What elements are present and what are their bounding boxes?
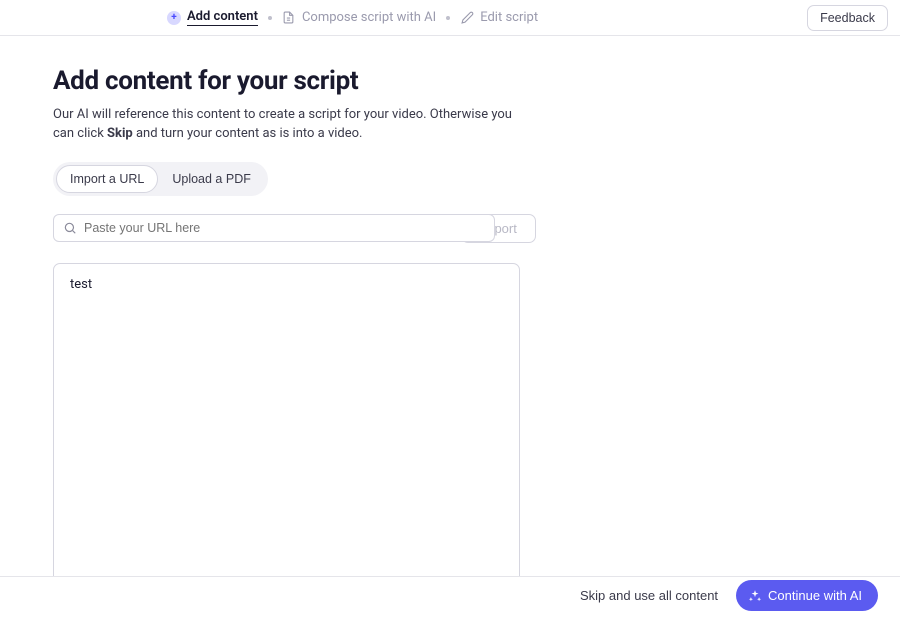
desc-skip-word: Skip: [107, 126, 133, 141]
step-label: Edit script: [480, 10, 538, 25]
continue-button[interactable]: Continue with AI: [736, 580, 878, 611]
top-bar: + Add content Compose script with AI Edi…: [0, 0, 900, 36]
search-icon: [63, 221, 77, 235]
step-edit-script: Edit script: [460, 10, 538, 25]
continue-label: Continue with AI: [768, 588, 862, 603]
feedback-button[interactable]: Feedback: [807, 5, 888, 31]
step-label: Add content: [187, 9, 258, 26]
step-separator: [268, 16, 272, 20]
step-separator: [446, 16, 450, 20]
plus-icon: +: [167, 11, 181, 25]
step-add-content[interactable]: + Add content: [167, 9, 258, 26]
page-description: Our AI will reference this content to cr…: [53, 106, 533, 144]
document-icon: [282, 11, 296, 25]
sparkle-icon: [748, 589, 762, 603]
wizard-steps: + Add content Compose script with AI Edi…: [167, 9, 538, 26]
desc-text: and turn your content as is into a video…: [133, 126, 363, 141]
skip-button[interactable]: Skip and use all content: [580, 588, 718, 603]
pencil-icon: [460, 11, 474, 25]
tab-import-url[interactable]: Import a URL: [56, 165, 158, 193]
url-field-wrapper: [53, 214, 453, 243]
footer-bar: Skip and use all content Continue with A…: [0, 576, 900, 614]
page-title: Add content for your script: [53, 66, 847, 96]
main-content: Add content for your script Our AI will …: [0, 36, 900, 621]
url-import-row: Import: [53, 214, 847, 243]
step-compose-script: Compose script with AI: [282, 10, 436, 25]
url-input[interactable]: [53, 214, 495, 242]
import-tabs: Import a URL Upload a PDF: [53, 162, 268, 196]
tab-upload-pdf[interactable]: Upload a PDF: [158, 165, 265, 193]
content-textarea[interactable]: [53, 263, 520, 597]
step-label: Compose script with AI: [302, 10, 436, 25]
